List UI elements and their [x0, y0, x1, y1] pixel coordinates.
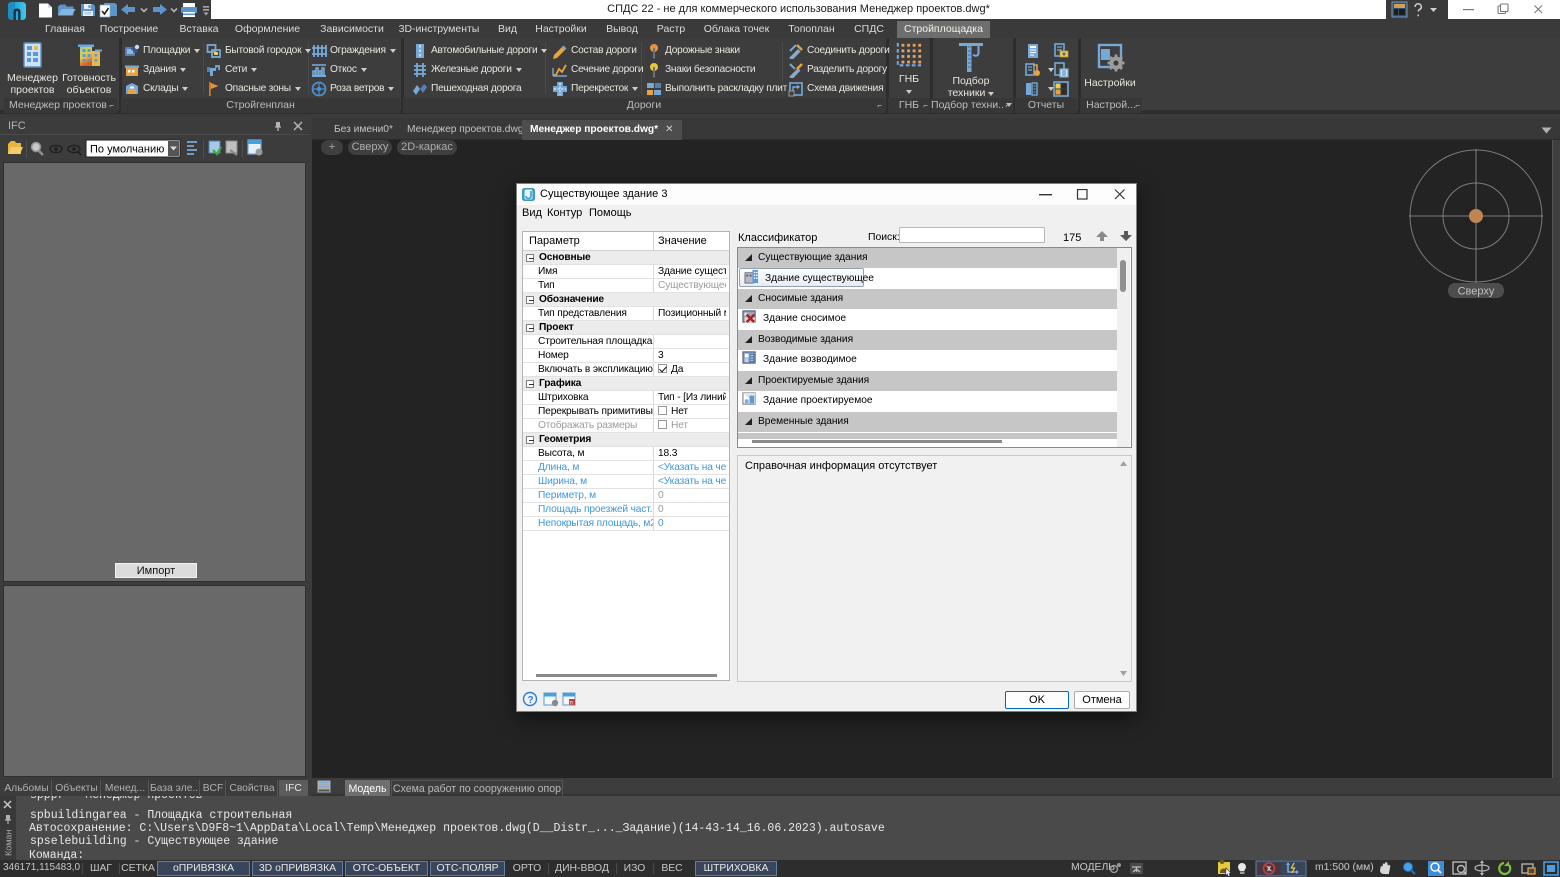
svg-text:Коман: Коман — [4, 830, 14, 856]
svg-text:n: n — [570, 701, 573, 707]
svg-text:?: ? — [528, 695, 534, 706]
svg-text:По умолчанию: По умолчанию — [90, 144, 164, 156]
svg-text:Сверху: Сверху — [1458, 286, 1495, 298]
